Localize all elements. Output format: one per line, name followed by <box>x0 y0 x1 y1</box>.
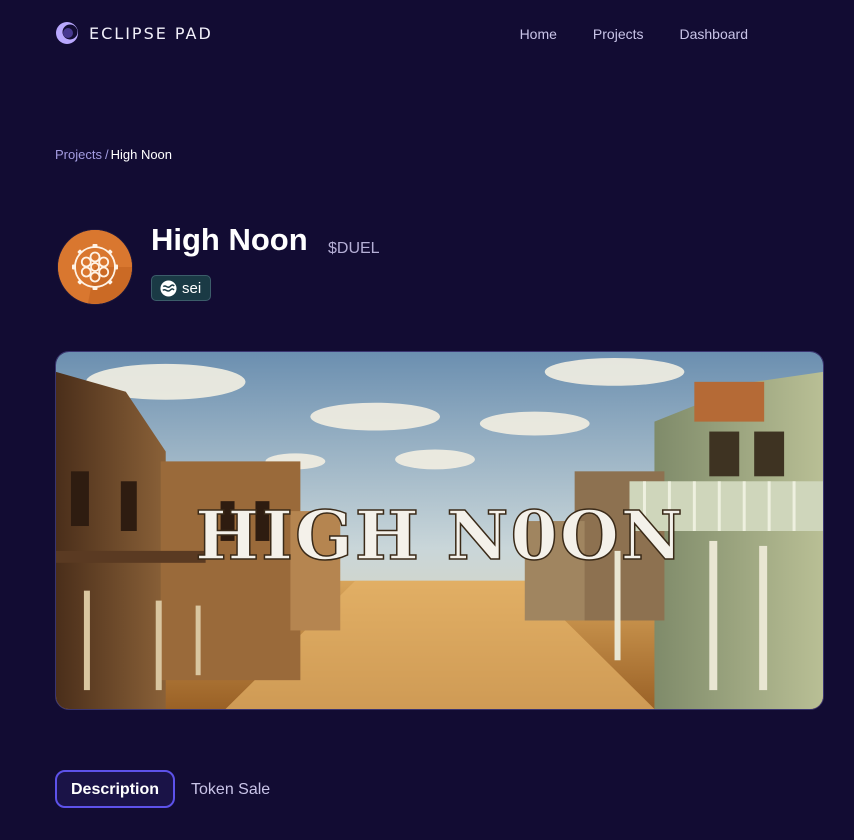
banner-title: HIGH N0ON <box>195 495 685 575</box>
main-nav: Home Projects Dashboard <box>520 26 748 42</box>
project-title: High Noon <box>151 222 308 257</box>
breadcrumb-current: High Noon <box>110 147 173 162</box>
breadcrumb-separator: / <box>104 147 109 162</box>
project-logo <box>58 230 132 304</box>
nav-projects[interactable]: Projects <box>593 26 644 42</box>
project-page: ECLIPSE PAD Home Projects Dashboard Proj… <box>0 0 854 840</box>
project-banner-image: HIGH N0ON <box>55 351 824 710</box>
token-ticker: $DUEL <box>328 240 380 257</box>
breadcrumb-projects-link[interactable]: Projects <box>55 147 102 162</box>
chain-badge: sei <box>151 275 212 301</box>
brand-name: ECLIPSE PAD <box>89 23 213 43</box>
nav-home[interactable]: Home <box>520 26 557 42</box>
nav-dashboard[interactable]: Dashboard <box>680 26 749 42</box>
eclipse-moon-icon <box>56 22 78 44</box>
project-tabs: Description Token Sale <box>55 770 272 808</box>
chain-label: sei <box>182 279 202 297</box>
brand-logo[interactable]: ECLIPSE PAD <box>55 19 213 47</box>
breadcrumb: Projects / High Noon <box>55 147 172 162</box>
revolver-cylinder-icon <box>58 230 132 304</box>
tab-description[interactable]: Description <box>55 770 176 808</box>
sei-logo-icon <box>160 279 177 297</box>
tab-token-sale[interactable]: Token Sale <box>189 770 272 808</box>
